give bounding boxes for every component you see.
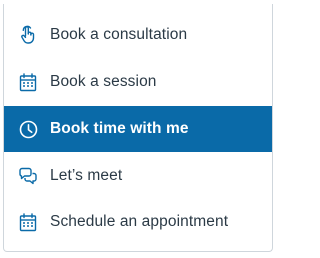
menu-item-book-a-session[interactable]: Book a session (4, 59, 272, 105)
menu-item-book-a-consultation[interactable]: Book a consultation (4, 12, 272, 58)
menu-item-label: Book time with me (50, 120, 189, 137)
menu-item-label: Schedule an appointment (50, 213, 229, 230)
dropdown-menu: Book a consultation Book a session Book … (3, 4, 273, 252)
menu-item-book-time-with-me[interactable]: Book time with me (4, 106, 272, 152)
clock-icon (18, 119, 38, 139)
calendar-icon (18, 72, 38, 92)
menu-item-label: Let’s meet (50, 167, 123, 184)
calendar-icon (18, 212, 38, 232)
menu-item-lets-meet[interactable]: Let’s meet (4, 153, 272, 199)
menu-item-label: Book a consultation (50, 26, 188, 43)
chat-bubbles-icon (18, 166, 38, 186)
menu-item-schedule-an-appointment[interactable]: Schedule an appointment (4, 199, 272, 245)
menu-item-label: Book a session (50, 73, 157, 90)
hand-touch-icon (18, 25, 38, 45)
